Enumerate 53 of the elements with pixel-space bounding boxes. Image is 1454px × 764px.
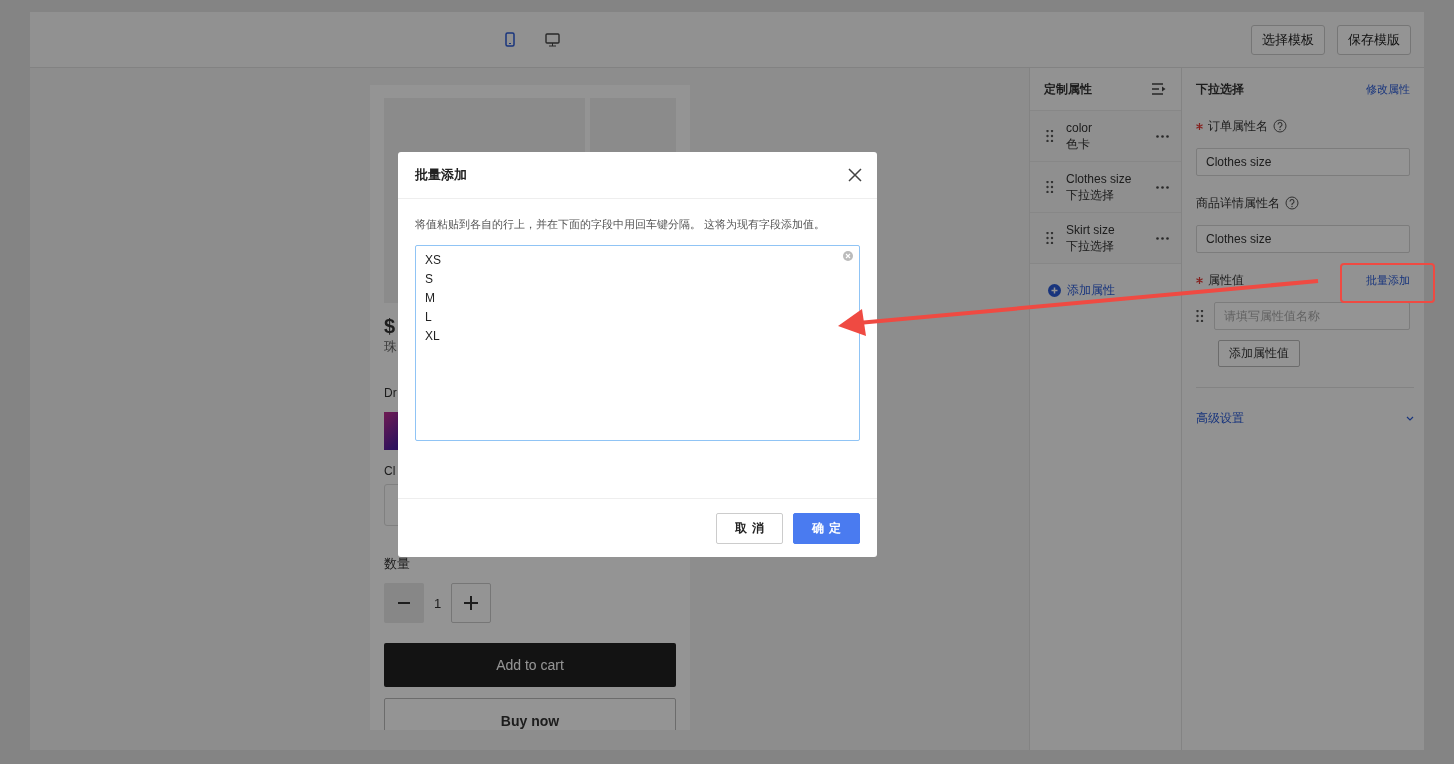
attribute-name: Clothes size xyxy=(1066,171,1133,187)
plus-button[interactable] xyxy=(451,583,492,623)
option-label: Cl xyxy=(384,464,396,478)
product-subtitle: 珠 xyxy=(384,338,397,356)
more-icon[interactable] xyxy=(1156,134,1169,138)
advanced-settings-link[interactable]: 高级设置 xyxy=(1196,410,1244,427)
chevron-down-icon xyxy=(1406,416,1414,421)
field-label: 订单属性名 xyxy=(1208,117,1268,135)
attribute-type: 色卡 xyxy=(1066,136,1091,152)
input-field[interactable]: Clothes size xyxy=(1196,148,1410,176)
device-toggle[interactable] xyxy=(502,31,518,48)
attribute-type: 下拉选择 xyxy=(1066,187,1115,203)
quantity-label: 数量 xyxy=(384,555,410,573)
attribute-name: color xyxy=(1066,120,1093,136)
header-button[interactable]: 保存模版 xyxy=(1337,24,1411,55)
drag-handle-icon[interactable] xyxy=(1046,232,1054,244)
add-value-button[interactable]: 添加属性值 xyxy=(1218,340,1300,367)
help-icon[interactable] xyxy=(1273,119,1287,133)
field-label: 商品详情属性名 xyxy=(1196,194,1280,212)
add-attribute-link[interactable]: 添加属性 xyxy=(1048,282,1181,299)
quantity-value: 1 xyxy=(434,595,442,611)
plus-circle-icon xyxy=(1048,284,1061,297)
more-icon[interactable] xyxy=(1156,236,1169,240)
add-to-cart-button[interactable]: Add to cart xyxy=(384,643,676,687)
dialog-title: 批量添加 xyxy=(415,166,467,184)
help-icon[interactable] xyxy=(1285,196,1299,210)
input-field[interactable]: Clothes size xyxy=(1196,225,1410,253)
drag-handle-icon[interactable] xyxy=(1196,310,1204,322)
edit-attribute-link[interactable]: 修改属性 xyxy=(1366,81,1410,97)
collapse-panel-icon[interactable] xyxy=(1152,83,1167,95)
desktop-icon xyxy=(544,32,560,47)
option-label: Dr xyxy=(384,386,397,400)
panel-title: 定制属性 xyxy=(1044,80,1092,98)
values-textarea[interactable]: XS S M L XL xyxy=(415,245,860,441)
drag-handle-icon[interactable] xyxy=(1046,181,1054,193)
device-toggle[interactable] xyxy=(544,31,560,48)
panel-title: 下拉选择 xyxy=(1196,80,1244,98)
buy-now-button[interactable]: Buy now xyxy=(384,698,676,730)
dialog-description: 将值粘贴到各自的行上，并在下面的字段中用回车键分隔。 这将为现有字段添加值。 xyxy=(415,217,827,232)
batch-add-link[interactable]: 批量添加 xyxy=(1366,272,1410,288)
attribute-type: 下拉选择 xyxy=(1066,238,1115,254)
header-button[interactable]: 选择模板 xyxy=(1251,24,1325,55)
mobile-icon xyxy=(505,32,515,47)
cancel-button[interactable]: 取 消 xyxy=(716,512,783,544)
more-icon[interactable] xyxy=(1156,185,1169,189)
price-text: $ xyxy=(384,315,396,338)
drag-handle-icon[interactable] xyxy=(1046,130,1054,142)
plus-icon xyxy=(464,596,479,610)
attribute-name: Skirt size xyxy=(1066,222,1116,238)
minus-icon xyxy=(398,602,410,604)
confirm-button[interactable]: 确 定 xyxy=(793,512,860,544)
close-icon[interactable] xyxy=(848,168,862,182)
field-label: 属性值 xyxy=(1208,271,1244,289)
